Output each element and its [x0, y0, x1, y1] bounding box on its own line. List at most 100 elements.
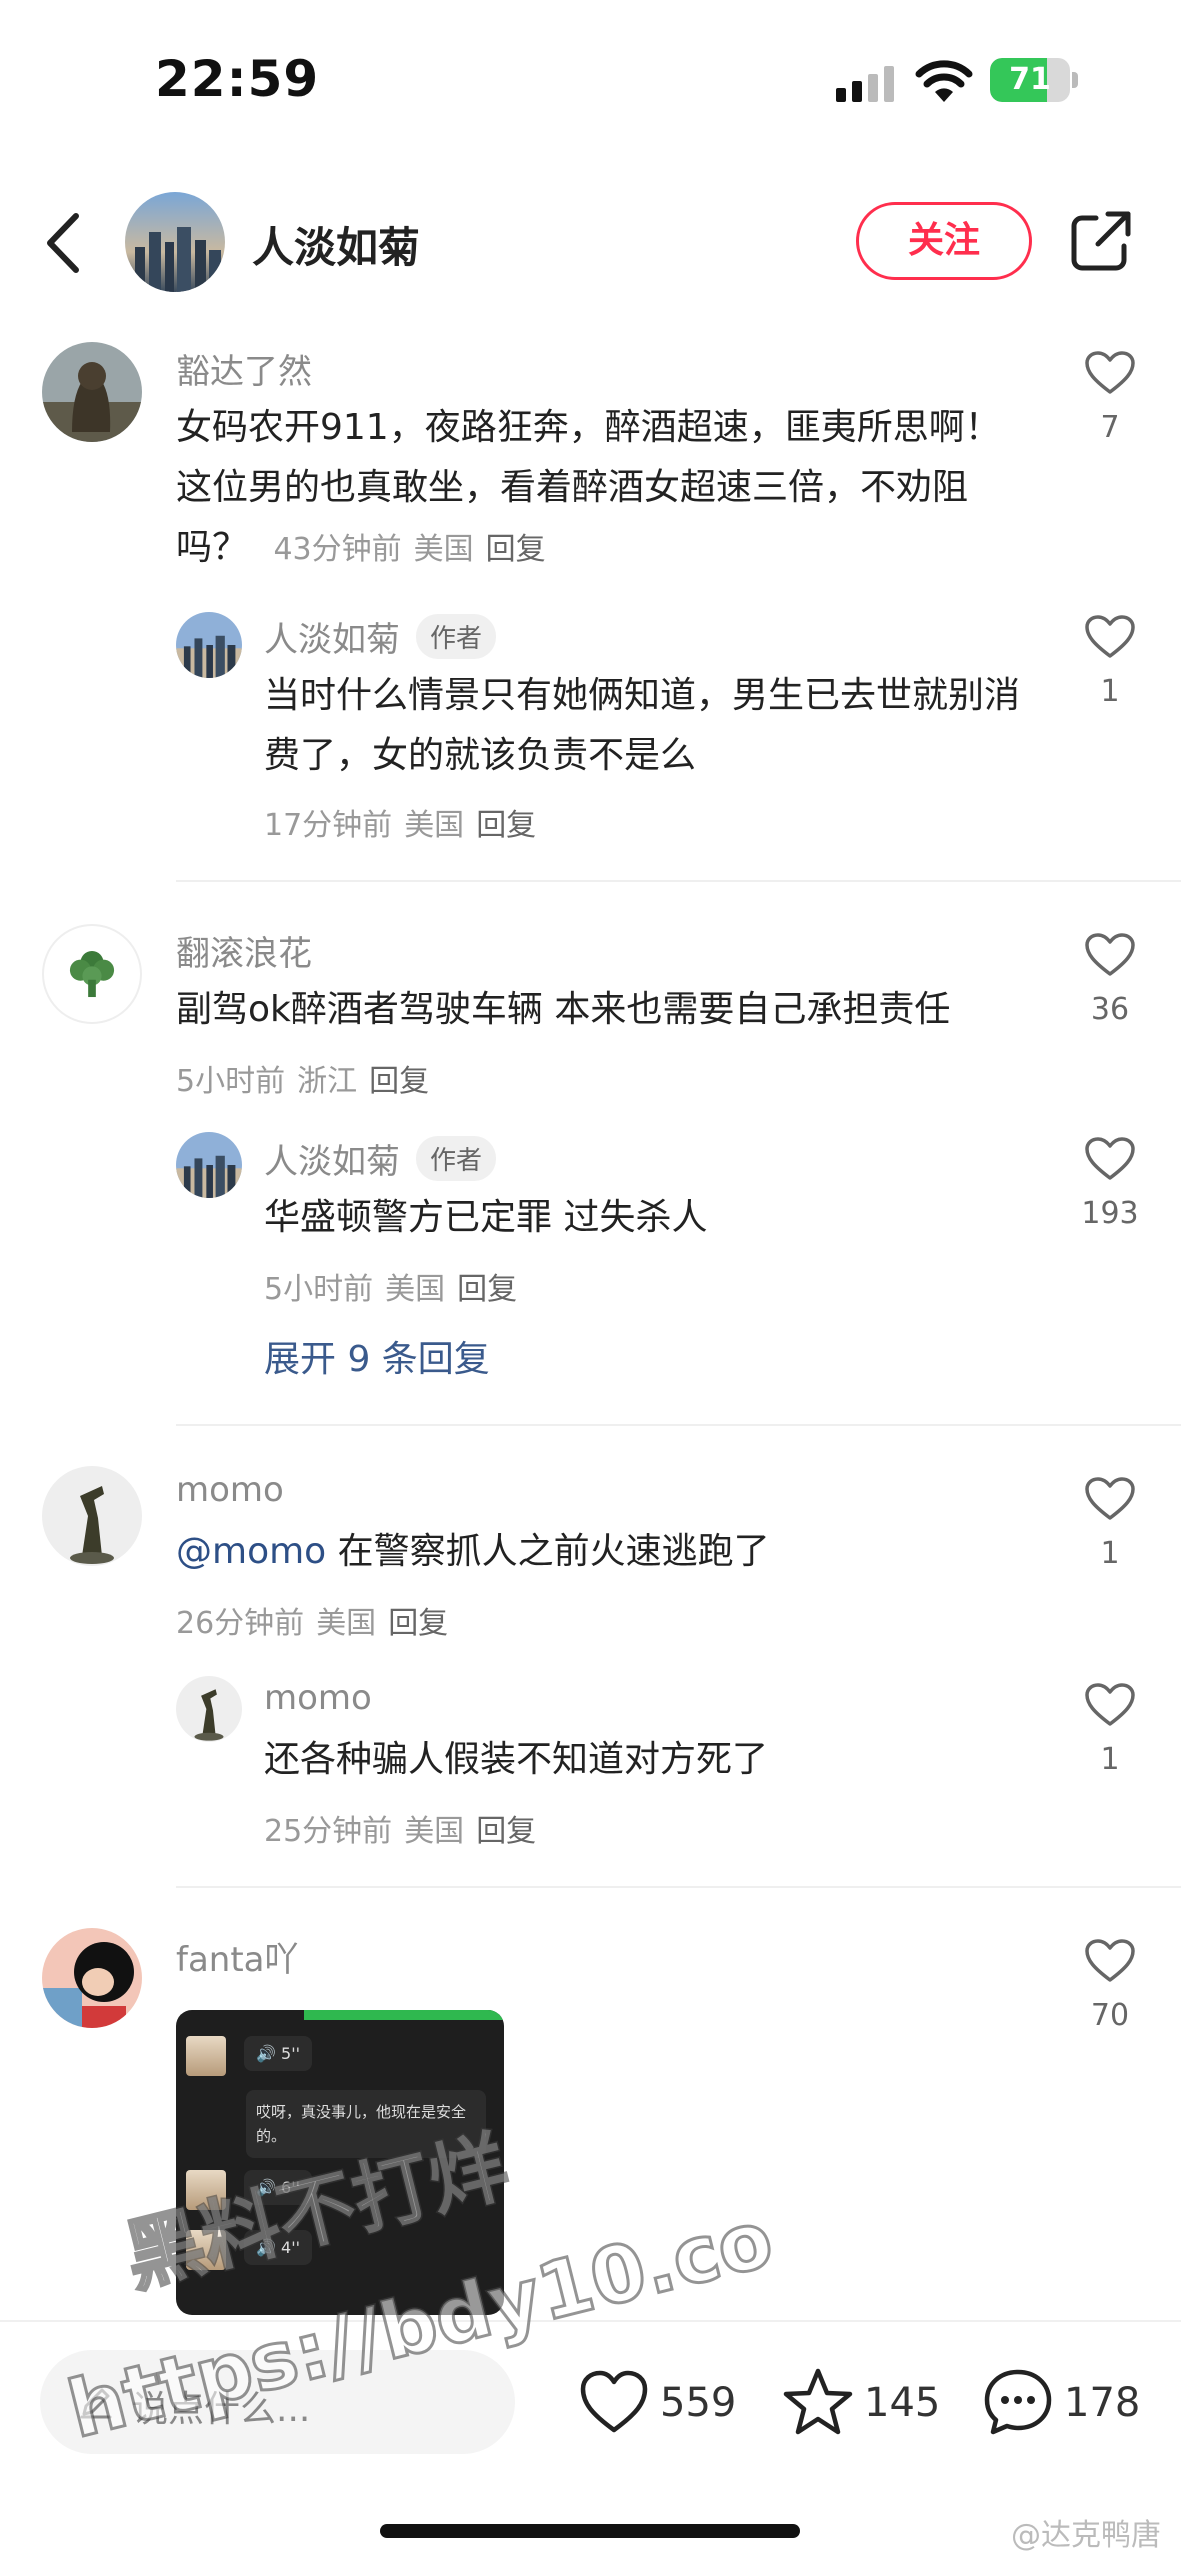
reply-username[interactable]: 人淡如菊 作者 — [264, 612, 497, 661]
like-button[interactable]: 193 — [1080, 1136, 1140, 1231]
pencil-icon — [80, 2388, 112, 2419]
avatar[interactable] — [176, 612, 242, 678]
reply-username-text: 人淡如菊 — [264, 620, 400, 660]
like-button[interactable]: 1 — [1080, 1476, 1140, 1571]
reply-text: 华盛顿警方已定罪 过失杀人 — [264, 1197, 708, 1238]
comment-location: 浙江 — [297, 1064, 358, 1099]
battery-icon: 71 — [990, 58, 1078, 102]
comment-username[interactable]: fanta吖 — [176, 1932, 299, 1981]
divider — [176, 1886, 1181, 1888]
heart-icon — [1085, 1137, 1135, 1180]
voice-duration: 6'' — [281, 2178, 300, 2197]
comments-button[interactable]: 178 — [982, 2362, 1162, 2442]
status-time: 22:59 — [155, 50, 320, 108]
reply-location: 美国 — [385, 1272, 446, 1307]
like-count: 1 — [1100, 674, 1120, 709]
heart-icon — [1085, 351, 1135, 394]
heart-icon — [1085, 1683, 1135, 1726]
reply-button[interactable]: 回复 — [486, 532, 546, 567]
avatar[interactable] — [42, 1928, 142, 2028]
comment-time: 26分钟前 — [176, 1606, 305, 1641]
reply-time: 17分钟前 — [264, 808, 393, 843]
like-button[interactable]: 1 — [1080, 1682, 1140, 1777]
like-button[interactable]: 70 — [1080, 1938, 1140, 2033]
comment-meta: 26分钟前 美国 回复 — [176, 1598, 460, 1642]
star-icon — [783, 2368, 853, 2435]
voice-bubble: 🔊 6'' — [244, 2170, 312, 2205]
comment-username[interactable]: 翻滚浪花 — [176, 926, 312, 975]
header: 人淡如菊 关注 — [0, 180, 1181, 305]
wifi-icon — [915, 60, 973, 102]
avatar[interactable] — [176, 1676, 242, 1742]
comment-input[interactable]: 说点什么... — [40, 2350, 515, 2454]
like-post-button[interactable]: 559 — [578, 2362, 748, 2442]
reply-button[interactable]: 回复 — [369, 1064, 429, 1099]
avatar[interactable] — [42, 1466, 142, 1566]
voice-bubble: 🔊 4'' — [244, 2230, 312, 2265]
cellular-signal-icon — [836, 66, 894, 102]
comment-bubble-icon — [984, 2369, 1052, 2435]
back-arrow-icon[interactable] — [40, 210, 90, 276]
voice-duration: 4'' — [281, 2238, 300, 2257]
heart-icon — [1085, 1939, 1135, 1982]
comment-image[interactable]: 🔊 5'' 哎呀，真没事儿，他现在是安全的。 🔊 6'' 🔊 4'' — [176, 2010, 504, 2315]
home-indicator[interactable] — [380, 2524, 800, 2538]
reply-meta: 17分钟前 美国 回复 — [264, 800, 548, 844]
comment-location: 美国 — [316, 1606, 377, 1641]
expand-replies-button[interactable]: 展开 9 条回复 — [264, 1330, 490, 1382]
comment-username[interactable]: 豁达了然 — [176, 344, 312, 393]
comment-meta: 5小时前 浙江 回复 — [176, 1056, 441, 1100]
heart-icon — [1085, 615, 1135, 658]
voice-duration: 5'' — [281, 2044, 300, 2063]
comment-text: 副驾ok醉酒者驾驶车辆 本来也需要自己承担责任 — [176, 989, 951, 1030]
like-count: 70 — [1090, 1998, 1130, 2033]
avatar[interactable] — [42, 924, 142, 1024]
chat-avatar — [186, 2170, 226, 2210]
like-post-count: 559 — [660, 2380, 737, 2426]
chat-avatar — [186, 2036, 226, 2076]
like-count: 1 — [1100, 1742, 1120, 1777]
status-bar: 22:59 71 — [0, 0, 1181, 160]
like-button[interactable]: 1 — [1080, 614, 1140, 709]
corner-watermark: @达克鸭唐 — [1011, 2518, 1161, 2553]
avatar[interactable] — [42, 342, 142, 442]
follow-button[interactable]: 关注 — [856, 202, 1032, 280]
divider — [176, 880, 1181, 882]
favorite-button[interactable]: 145 — [782, 2362, 952, 2442]
header-avatar[interactable] — [125, 192, 225, 292]
comment-username[interactable]: momo — [176, 1470, 284, 1510]
reply-text: 当时什么情景只有她俩知道，男生已去世就别消费了，女的就该负责不是么 — [264, 675, 1021, 776]
share-icon[interactable] — [1068, 208, 1134, 274]
author-badge: 作者 — [416, 614, 497, 659]
like-count: 7 — [1100, 410, 1120, 445]
reply-username[interactable]: momo — [264, 1678, 372, 1718]
like-button[interactable]: 7 — [1080, 350, 1140, 445]
comment-text: 女码农开911，夜路狂奔，醉酒超速，匪夷所思啊！这位男的也真敢坐，看着醉酒女超速… — [176, 398, 1016, 580]
reply-meta: 25分钟前 美国 回复 — [264, 1806, 548, 1850]
reply-text: 还各种骗人假装不知道对方死了 — [264, 1739, 769, 1780]
reply-time: 25分钟前 — [264, 1814, 393, 1849]
like-button[interactable]: 36 — [1080, 932, 1140, 1027]
chat-status-bar — [304, 2010, 504, 2020]
header-username[interactable]: 人淡如菊 — [252, 214, 420, 275]
avatar[interactable] — [176, 1132, 242, 1198]
reply-button[interactable]: 回复 — [476, 1814, 536, 1849]
reply-button[interactable]: 回复 — [457, 1272, 517, 1307]
mention-link[interactable]: @momo — [176, 1531, 326, 1572]
reply-username-text: 人淡如菊 — [264, 1142, 400, 1182]
reply-location: 美国 — [404, 808, 465, 843]
comment-count: 178 — [1064, 2380, 1141, 2426]
reply-button[interactable]: 回复 — [388, 1606, 448, 1641]
voice-bubble: 🔊 5'' — [244, 2036, 312, 2071]
heart-icon — [1085, 933, 1135, 976]
comment-location: 美国 — [413, 532, 474, 567]
like-count: 193 — [1081, 1196, 1139, 1231]
like-count: 36 — [1090, 992, 1130, 1027]
reply-username[interactable]: 人淡如菊 作者 — [264, 1134, 497, 1183]
heart-icon — [1085, 1477, 1135, 1520]
reply-button[interactable]: 回复 — [476, 808, 536, 843]
reply-location: 美国 — [404, 1814, 465, 1849]
chat-text-bubble: 哎呀，真没事儿，他现在是安全的。 — [246, 2090, 486, 2158]
reply-meta: 5小时前 美国 回复 — [264, 1264, 529, 1308]
favorite-count: 145 — [864, 2380, 941, 2426]
